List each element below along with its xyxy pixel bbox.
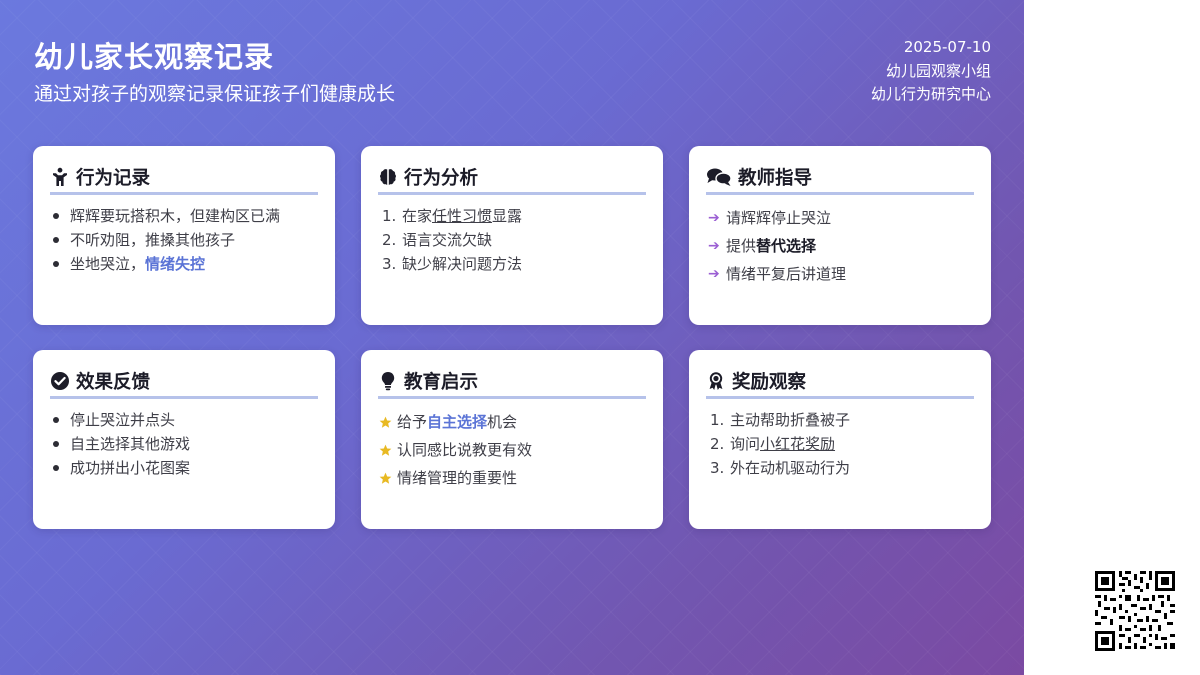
- behavior-list: 辉辉要玩搭积木，但建构区已满 不听劝阻，推搡其他孩子 坐地哭泣， 情绪失控: [50, 204, 318, 276]
- star-icon: [379, 444, 397, 457]
- list-number: 1.: [382, 207, 397, 225]
- bullet-icon: [53, 465, 59, 471]
- card-behavior-analysis: 行为分析 1. 在家 任性习惯 显露 2. 语言交流欠缺 3. 缺少解决问题方法: [361, 146, 663, 325]
- star-icon: [379, 472, 397, 485]
- award-icon: [706, 371, 726, 391]
- insight-list: 给予 自主选择 机会 认同感比说教更有效 情绪管理的重要性: [378, 408, 646, 492]
- list-number: 3.: [382, 255, 397, 273]
- page-title: 幼儿家长观察记录: [34, 40, 275, 74]
- page-subtitle: 通过对孩子的观察记录保证孩子们健康成长: [34, 83, 396, 105]
- card-title: 教师指导: [738, 168, 813, 189]
- bullet-icon: [53, 261, 59, 267]
- list-item: 辉辉要玩搭积木，但建构区已满: [50, 204, 318, 228]
- list-item-text: 主动帮助折叠被子: [730, 411, 851, 429]
- list-item-text: 不听劝阻，推搡其他孩子: [70, 231, 236, 249]
- center-label: 幼儿行为研究中心: [870, 85, 991, 103]
- card-teacher-guidance: 教师指导 ➔ 请辉辉停止哭泣 ➔ 提供 替代选择 ➔ 情绪平复后讲道理: [689, 146, 991, 325]
- slide-background: 幼儿家长观察记录 通过对孩子的观察记录保证孩子们健康成长 2025-07-10 …: [0, 0, 1024, 675]
- card-title: 效果反馈: [76, 372, 151, 393]
- list-item-text: 询问: [730, 435, 761, 453]
- card-behavior-record: 行为记录 辉辉要玩搭积木，但建构区已满 不听劝阻，推搡其他孩子 坐地哭泣， 情绪失…: [33, 146, 335, 325]
- underlined-text: 小红花奖励: [760, 435, 836, 453]
- list-item: 成功拼出小花图案: [50, 456, 318, 480]
- comments-icon: [706, 167, 732, 187]
- list-item-text: 情绪管理的重要性: [397, 469, 518, 487]
- list-item-text: 辉辉要玩搭积木，但建构区已满: [70, 207, 281, 225]
- lightbulb-icon: [378, 371, 398, 391]
- list-item: ➔ 情绪平复后讲道理: [706, 260, 974, 288]
- list-item-text: 显露: [492, 207, 523, 225]
- bullet-icon: [53, 441, 59, 447]
- org-label: 幼儿园观察小组: [885, 61, 991, 80]
- card-title: 行为分析: [404, 168, 479, 189]
- underlined-text: 任性习惯: [432, 207, 493, 225]
- bullet-icon: [53, 237, 59, 243]
- card-header: 行为分析: [378, 163, 646, 195]
- list-item-text: 认同感比说教更有效: [397, 441, 533, 459]
- bullet-icon: [53, 417, 59, 423]
- list-number: 1.: [710, 411, 725, 429]
- card-title: 奖励观察: [732, 372, 807, 393]
- check-circle-icon: [50, 371, 70, 391]
- list-item-text: 机会: [487, 413, 518, 431]
- star-icon: [379, 416, 397, 429]
- list-item-text: 在家: [402, 207, 433, 225]
- child-icon: [50, 167, 70, 187]
- list-item-text: 请辉辉停止哭泣: [726, 209, 832, 227]
- list-item: ➔ 提供 替代选择: [706, 232, 974, 260]
- list-item: 认同感比说教更有效: [378, 436, 646, 464]
- card-effect-feedback: 效果反馈 停止哭泣并点头 自主选择其他游戏 成功拼出小花图案: [33, 350, 335, 529]
- list-item-text: 自主选择其他游戏: [70, 435, 191, 453]
- qr-code-icon: [1094, 570, 1176, 652]
- card-header: 教师指导: [706, 163, 974, 195]
- list-item: 情绪管理的重要性: [378, 464, 646, 492]
- list-item: 3. 外在动机驱动行为: [706, 456, 974, 480]
- highlight-text: 自主选择: [427, 413, 488, 431]
- bold-text: 替代选择: [756, 237, 817, 255]
- card-header: 奖励观察: [706, 367, 974, 399]
- list-item: 坐地哭泣， 情绪失控: [50, 252, 318, 276]
- list-number: 2.: [382, 231, 397, 249]
- list-item-text: 成功拼出小花图案: [70, 459, 191, 477]
- reward-list: 1. 主动帮助折叠被子 2. 询问 小红花奖励 3. 外在动机驱动行为: [706, 408, 974, 480]
- date-label: 2025-07-10: [903, 38, 991, 56]
- list-item: 停止哭泣并点头: [50, 408, 318, 432]
- list-item: ➔ 请辉辉停止哭泣: [706, 204, 974, 232]
- brain-icon: [378, 167, 398, 187]
- teacher-list: ➔ 请辉辉停止哭泣 ➔ 提供 替代选择 ➔ 情绪平复后讲道理: [706, 204, 974, 288]
- arrow-right-icon: ➔: [708, 266, 720, 282]
- list-number: 3.: [710, 459, 725, 477]
- list-item-text: 缺少解决问题方法: [402, 255, 523, 273]
- bullet-icon: [53, 213, 59, 219]
- card-header: 效果反馈: [50, 367, 318, 399]
- list-item: 3. 缺少解决问题方法: [378, 252, 646, 276]
- list-item-text: 坐地哭泣，: [70, 255, 146, 273]
- list-number: 2.: [710, 435, 725, 453]
- list-item-text: 情绪平复后讲道理: [726, 265, 847, 283]
- list-item: 1. 在家 任性习惯 显露: [378, 204, 646, 228]
- list-item-text: 提供: [726, 237, 757, 255]
- list-item: 1. 主动帮助折叠被子: [706, 408, 974, 432]
- arrow-right-icon: ➔: [708, 210, 720, 226]
- list-item-text: 给予: [397, 413, 428, 431]
- list-item: 给予 自主选择 机会: [378, 408, 646, 436]
- card-header: 行为记录: [50, 163, 318, 195]
- list-item-text: 语言交流欠缺: [402, 231, 493, 249]
- analysis-list: 1. 在家 任性习惯 显露 2. 语言交流欠缺 3. 缺少解决问题方法: [378, 204, 646, 276]
- card-title: 教育启示: [404, 372, 479, 393]
- list-item: 自主选择其他游戏: [50, 432, 318, 456]
- card-education-insight: 教育启示 给予 自主选择 机会 认同感比说教更有效 情绪管理的重要性: [361, 350, 663, 529]
- card-header: 教育启示: [378, 367, 646, 399]
- feedback-list: 停止哭泣并点头 自主选择其他游戏 成功拼出小花图案: [50, 408, 318, 480]
- arrow-right-icon: ➔: [708, 238, 720, 254]
- highlight-text: 情绪失控: [145, 255, 206, 273]
- header-meta: 2025-07-10 幼儿园观察小组 幼儿行为研究中心: [871, 36, 991, 107]
- list-item: 2. 语言交流欠缺: [378, 228, 646, 252]
- list-item-text: 停止哭泣并点头: [70, 411, 176, 429]
- list-item: 2. 询问 小红花奖励: [706, 432, 974, 456]
- card-reward-observation: 奖励观察 1. 主动帮助折叠被子 2. 询问 小红花奖励 3. 外在动机驱动行为: [689, 350, 991, 529]
- card-title: 行为记录: [76, 168, 151, 189]
- list-item-text: 外在动机驱动行为: [730, 459, 851, 477]
- list-item: 不听劝阻，推搡其他孩子: [50, 228, 318, 252]
